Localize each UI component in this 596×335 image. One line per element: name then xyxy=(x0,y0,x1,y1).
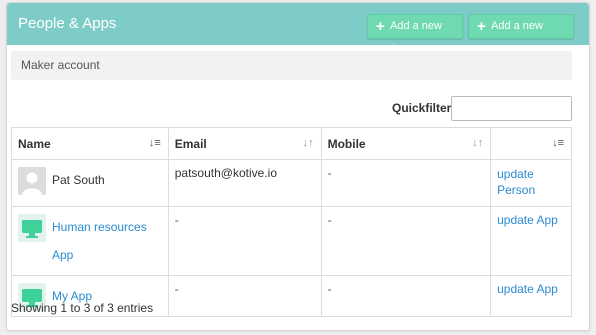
column-header-email[interactable]: Email ↓↑ xyxy=(167,127,322,160)
app-monitor-icon xyxy=(18,214,46,242)
mobile-cell: - xyxy=(320,206,492,276)
column-header-mobile[interactable]: Mobile ↓↑ xyxy=(320,127,492,160)
plus-icon: + xyxy=(477,18,486,35)
entries-info: Showing 1 to 3 of 3 entries xyxy=(11,301,154,315)
sort-filter-icon[interactable]: ↓≡ xyxy=(552,137,564,149)
add-app-button[interactable]: + Add a new App xyxy=(367,14,463,55)
maker-account-bar: Maker account xyxy=(11,51,572,80)
quickfilter-label: Quickfilter: xyxy=(392,101,456,115)
person-name: Pat South xyxy=(52,173,105,187)
email-cell: - xyxy=(167,275,322,317)
action-cell: update App xyxy=(490,206,572,276)
plus-icon: + xyxy=(376,18,385,35)
table-row: Pat South patsouth@kotive.io - update Pe… xyxy=(11,159,572,207)
quickfilter-input[interactable] xyxy=(451,96,572,121)
sort-ascending-icon[interactable]: ↓≡ xyxy=(149,137,161,149)
panel-header: People & Apps + Add a new App + Add a ne… xyxy=(7,3,589,55)
app-name-link[interactable]: Human resources App xyxy=(52,213,162,269)
sort-icon[interactable]: ↓↑ xyxy=(303,137,314,149)
people-apps-table: Name ↓≡ Email ↓↑ Mobile ↓↑ ↓≡ Pat South … xyxy=(11,127,572,317)
mobile-cell: - xyxy=(320,159,492,207)
table-header-row: Name ↓≡ Email ↓↑ Mobile ↓↑ ↓≡ xyxy=(11,127,572,160)
add-person-button[interactable]: + Add a new person xyxy=(468,14,574,55)
name-cell: Pat South xyxy=(11,159,169,207)
update-app-link[interactable]: update App xyxy=(497,282,558,296)
page-title: People & Apps xyxy=(18,15,117,32)
column-header-name[interactable]: Name ↓≡ xyxy=(11,127,169,160)
column-header-actions[interactable]: ↓≡ xyxy=(490,127,572,160)
update-app-link[interactable]: update App xyxy=(497,213,558,227)
name-cell: Human resources App xyxy=(11,206,169,276)
person-avatar-icon xyxy=(18,167,46,195)
action-cell: update App xyxy=(490,275,572,317)
add-app-label: Add a new App xyxy=(390,20,442,55)
email-cell: patsouth@kotive.io xyxy=(167,159,322,207)
add-person-label: Add a new person xyxy=(491,20,543,55)
email-cell: - xyxy=(167,206,322,276)
sort-icon[interactable]: ↓↑ xyxy=(472,137,483,149)
table-row: Human resources App - - update App xyxy=(11,206,572,276)
mobile-cell: - xyxy=(320,275,492,317)
update-person-link[interactable]: update Person xyxy=(490,159,572,207)
